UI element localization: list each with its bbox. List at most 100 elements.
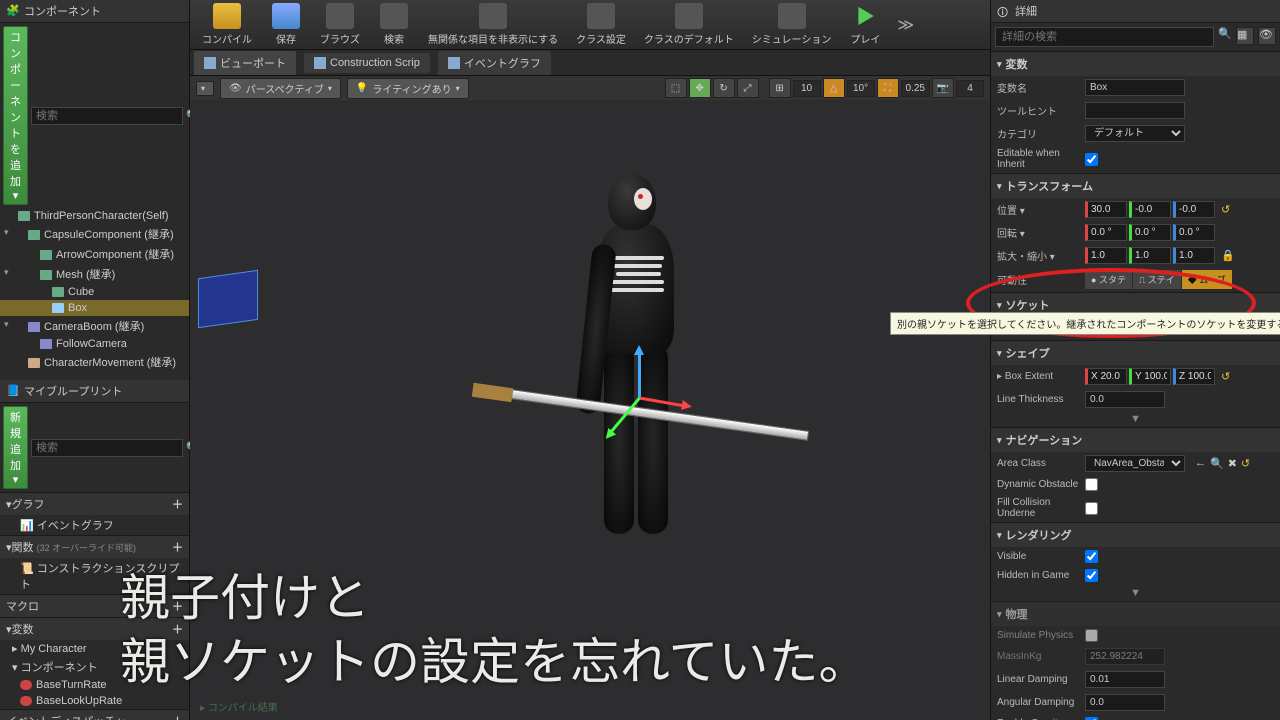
variable-BaseLookUpRate[interactable]: BaseLookUpRate	[0, 693, 189, 709]
snap-grid-icon[interactable]: ⊞	[769, 78, 791, 98]
mass-input	[1085, 648, 1165, 665]
reset-icon[interactable]: ↺	[1221, 203, 1230, 216]
plus-icon[interactable]: ＋	[172, 539, 183, 555]
lock-icon[interactable]: 🔒	[1221, 249, 1235, 262]
tree-item-Box[interactable]: Box	[0, 300, 189, 316]
section-graphs[interactable]: ▾グラフ＋	[0, 492, 189, 515]
viewport-3d[interactable]: ▸ コンパイル結果	[190, 100, 990, 720]
clear-icon[interactable]: ✖	[1228, 457, 1237, 470]
location-vector	[1085, 201, 1215, 218]
fill-collision-checkbox[interactable]	[1085, 502, 1098, 515]
snap-scale-icon[interactable]: ⛶	[877, 78, 899, 98]
section-variables[interactable]: ▾変数＋	[0, 617, 189, 640]
toolbar-play-button[interactable]: プレイ	[841, 1, 889, 48]
row-eventgraph[interactable]: 📊 イベントグラフ	[0, 515, 189, 535]
components-panel-header: 🧩 コンポーネント	[0, 0, 189, 23]
rotate-mode-icon[interactable]: ↻	[713, 78, 735, 98]
expand-rendering-arrow[interactable]: ▼	[991, 585, 1280, 601]
toolbar-simulation-button[interactable]: シミュレーション	[744, 1, 840, 48]
line-thickness-input[interactable]	[1085, 391, 1165, 408]
tree-item-ThirdPersonCharacter-Self-[interactable]: ThirdPersonCharacter(Self)	[0, 208, 189, 224]
blueprint-search-input[interactable]	[31, 439, 183, 457]
angular-damping-input[interactable]	[1085, 694, 1165, 711]
category-select[interactable]: デフォルト	[1085, 125, 1185, 142]
camera-speed-icon[interactable]: 📷	[932, 78, 954, 98]
expand-shape-arrow[interactable]: ▼	[991, 411, 1280, 427]
compile-log: ▸ コンパイル結果	[200, 699, 278, 714]
components-title: コンポーネント	[24, 3, 101, 19]
add-new-button[interactable]: 新規追加 ▾	[3, 406, 28, 489]
category-physics[interactable]: 物理	[991, 601, 1280, 626]
category-rendering[interactable]: レンダリング	[991, 522, 1280, 547]
tab-construction[interactable]: Construction Scrip	[304, 53, 430, 73]
add-component-button[interactable]: コンポーネントを追加 ▾	[3, 26, 28, 205]
section-macros[interactable]: マクロ＋	[0, 594, 189, 617]
toolbar-hideunrelated-button[interactable]: 無関係な項目を非表示にする	[420, 1, 566, 48]
plus-icon[interactable]: ＋	[172, 713, 183, 720]
toolbar-overflow-icon[interactable]: ≫	[891, 15, 920, 35]
toolbar-classsettings-button[interactable]: クラス設定	[568, 1, 634, 48]
variable-BaseTurnRate[interactable]: BaseTurnRate	[0, 677, 189, 693]
select-mode-icon[interactable]: ⬚	[665, 78, 687, 98]
tree-item-Cube[interactable]: Cube	[0, 284, 189, 300]
visible-checkbox[interactable]	[1085, 550, 1098, 563]
tree-item-FollowCamera[interactable]: FollowCamera	[0, 336, 189, 352]
tab-viewport[interactable]: ビューポート	[194, 51, 296, 75]
variable-name-input[interactable]	[1085, 79, 1185, 96]
category-shape[interactable]: シェイプ	[991, 340, 1280, 365]
snap-rot-value[interactable]: 10°	[847, 80, 875, 97]
row-mycharacter[interactable]: ▸ My Character	[0, 640, 189, 657]
editable-when-inherited-checkbox[interactable]	[1085, 153, 1098, 166]
details-icon: 🛈	[997, 4, 1011, 18]
details-title: 詳細	[1015, 3, 1037, 19]
plus-icon[interactable]: ＋	[172, 621, 183, 637]
hidden-in-game-checkbox[interactable]	[1085, 569, 1098, 582]
myblueprint-header: 📘 マイブループリント	[0, 380, 189, 403]
category-navigation[interactable]: ナビゲーション	[991, 427, 1280, 452]
toolbar-browse-button[interactable]: ブラウズ	[312, 1, 368, 48]
section-eventdispatchers[interactable]: イベントディスパッチャー＋	[0, 709, 189, 720]
search-icon[interactable]: 🔍	[1210, 457, 1224, 470]
snap-scale-value[interactable]: 0.25	[901, 80, 930, 97]
toolbar-classdefaults-button[interactable]: クラスのデフォルト	[636, 1, 742, 48]
category-variable[interactable]: 変数	[991, 51, 1280, 76]
row-construction-script[interactable]: 📜 コンストラクションスクリプト	[0, 558, 189, 594]
tree-item-CharacterMovement-[interactable]: CharacterMovement (継承)	[0, 352, 189, 372]
snap-pos-value[interactable]: 10	[793, 80, 821, 97]
tab-eventgraph[interactable]: イベントグラフ	[438, 51, 551, 75]
scale-mode-icon[interactable]: ⤢	[737, 78, 759, 98]
plus-icon[interactable]: ＋	[172, 496, 183, 512]
simulate-physics-checkbox[interactable]	[1085, 629, 1098, 642]
toolbar-save-button[interactable]: 保存	[262, 1, 310, 48]
section-functions[interactable]: ▾関数 (32 オーバーライド可能)＋	[0, 535, 189, 558]
dynamic-obstacle-checkbox[interactable]	[1085, 478, 1098, 491]
reset-icon[interactable]: ↺	[1221, 370, 1230, 383]
tree-item-CapsuleComponent-[interactable]: ▾CapsuleComponent (継承)	[0, 224, 189, 244]
translate-mode-icon[interactable]: ✥	[689, 78, 711, 98]
components-search-input[interactable]	[31, 107, 183, 125]
plus-icon[interactable]: ＋	[172, 598, 183, 614]
eye-icon[interactable]: 👁	[1258, 27, 1276, 45]
perspective-dropdown[interactable]: 👁 パースペクティブ	[220, 78, 341, 99]
lit-mode-dropdown[interactable]: 💡 ライティングあり	[347, 78, 469, 99]
matrix-icon[interactable]: ▦	[1236, 27, 1254, 45]
linear-damping-input[interactable]	[1085, 671, 1165, 688]
area-class-select[interactable]: NavArea_Obstacle	[1085, 455, 1185, 472]
details-search-input[interactable]	[995, 27, 1214, 47]
snap-angle-icon[interactable]: △	[823, 78, 845, 98]
toolbar-compile-button[interactable]: コンパイル	[194, 1, 260, 48]
tree-item-Mesh-[interactable]: ▾Mesh (継承)	[0, 264, 189, 284]
editor-tabs: ビューポート Construction Scrip イベントグラフ	[190, 50, 990, 76]
viewport-menu-dropdown[interactable]	[196, 81, 214, 96]
toolbar-find-button[interactable]: 検索	[370, 1, 418, 48]
reset-icon[interactable]: ↺	[1241, 457, 1250, 470]
nav-back-icon[interactable]: ←	[1195, 457, 1206, 470]
tooltip-input[interactable]	[1085, 102, 1185, 119]
character-mesh	[558, 174, 698, 554]
camera-speed-value[interactable]: 4	[956, 80, 984, 97]
category-transform[interactable]: トランスフォーム	[991, 173, 1280, 198]
tree-item-ArrowComponent-[interactable]: ArrowComponent (継承)	[0, 244, 189, 264]
row-components-cat[interactable]: ▾ コンポーネント	[0, 657, 189, 677]
tree-item-CameraBoom-[interactable]: ▾CameraBoom (継承)	[0, 316, 189, 336]
search-icon[interactable]: 🔍	[1218, 27, 1232, 47]
